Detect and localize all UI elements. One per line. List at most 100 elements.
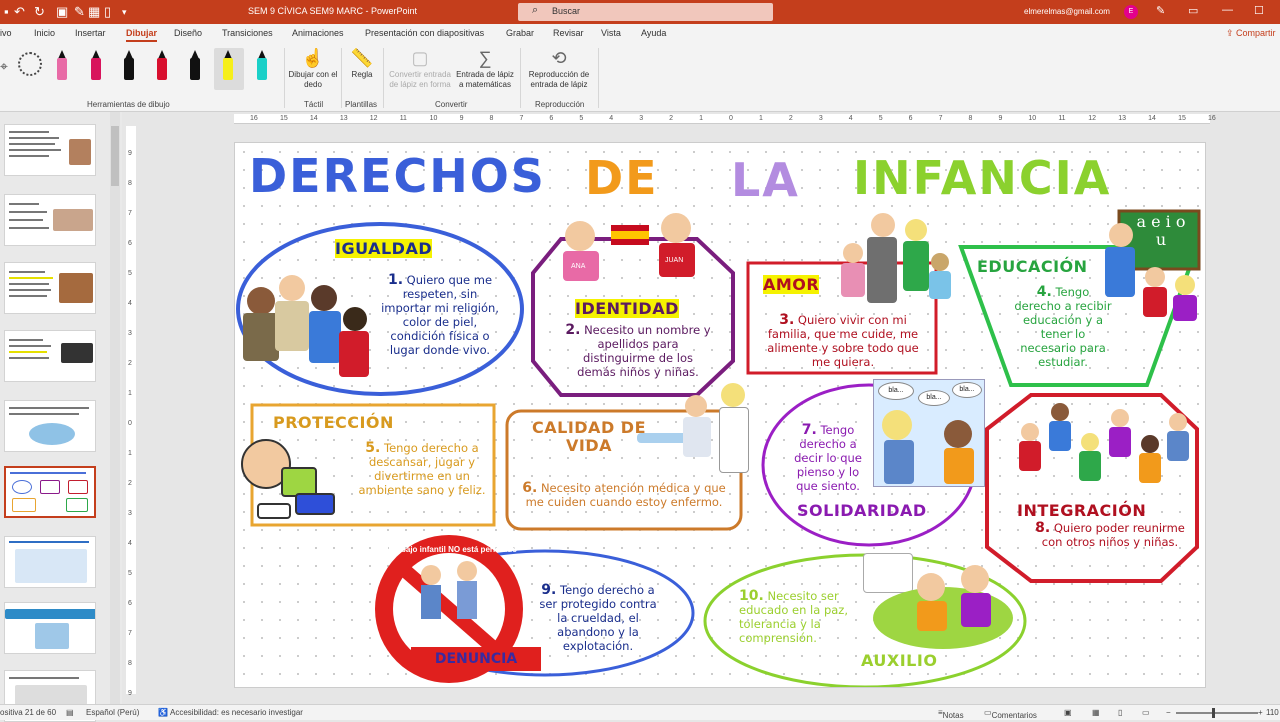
igualdad-text: 1. Quiero que me respeten, sin importar … bbox=[381, 272, 499, 357]
slide-thumbnail[interactable] bbox=[4, 262, 96, 314]
speech-bubble: bla... bbox=[878, 382, 914, 400]
present-icon[interactable]: ▣ bbox=[56, 4, 68, 20]
ruler-tick: 3 bbox=[639, 115, 644, 122]
spellcheck-icon[interactable]: ▤ bbox=[66, 708, 74, 717]
ink-to-shape-button[interactable]: ▢ Convertir entrada de lápiz en forma bbox=[386, 46, 454, 90]
zoom-slider-thumb[interactable] bbox=[1212, 708, 1215, 718]
user-email[interactable]: elmerelmas@gmail.com bbox=[1024, 7, 1110, 16]
pen-5-icon[interactable] bbox=[188, 50, 202, 80]
group-drawing-tools: Herramientas de dibujo bbox=[87, 100, 170, 109]
slideshow-icon[interactable]: ▭ bbox=[1142, 708, 1150, 717]
notes-button[interactable]: ≡ Notas bbox=[938, 708, 964, 720]
accessibility-icon[interactable]: ♿ bbox=[158, 708, 168, 717]
tab-help[interactable]: Ayuda bbox=[641, 28, 666, 38]
redo-icon[interactable]: ↻ bbox=[34, 4, 45, 20]
tab-view[interactable]: Vista bbox=[601, 28, 621, 38]
ruler-button[interactable]: 📏 Regla bbox=[344, 46, 380, 80]
language-status[interactable]: Español (Perú) bbox=[86, 708, 139, 717]
zoom-out-icon[interactable]: − bbox=[1166, 708, 1171, 717]
new-doc-icon[interactable]: ▯ bbox=[104, 4, 111, 20]
integracion-heading: INTEGRACIÓN bbox=[1017, 501, 1147, 520]
draw-with-touch-button[interactable]: ☝ Dibujar con el dedo bbox=[288, 46, 338, 90]
customize-icon[interactable]: ▾ bbox=[122, 7, 127, 18]
zoom-slider[interactable] bbox=[1176, 708, 1258, 718]
slide-thumbnail[interactable] bbox=[4, 330, 96, 382]
avatar[interactable]: E bbox=[1124, 5, 1138, 19]
pen-1-icon[interactable] bbox=[55, 50, 69, 80]
zoom-level[interactable]: 110 bbox=[1266, 708, 1279, 717]
slide-canvas[interactable]: DERECHOS DE LA INFANCIA IGUALDAD 1. Quie… bbox=[234, 142, 1206, 688]
slide-thumbnail[interactable] bbox=[4, 400, 96, 452]
title-bar: ▪ ↶ ↻ ▣ ✎ ▦ ▯ ▾ SEM 9 CÍVICA SEM9 MARC -… bbox=[0, 0, 1280, 24]
pen-icon[interactable]: ✎ bbox=[74, 4, 85, 20]
tab-slideshow[interactable]: Presentación con diapositivas bbox=[365, 28, 484, 38]
speech-bubble: bla... bbox=[918, 390, 950, 406]
ruler-tick: 4 bbox=[848, 115, 853, 122]
tab-draw[interactable]: Dibujar bbox=[126, 28, 158, 42]
ana-juan-illustration: ANA JUAN bbox=[555, 209, 705, 293]
ink-to-shape-icon: ▢ bbox=[411, 48, 429, 68]
ink-to-math-button[interactable]: ∑ Entrada de lápiz a matemáticas bbox=[454, 46, 516, 90]
undo-icon[interactable]: ↶ bbox=[14, 4, 25, 20]
ink-replay-label: Reproducción de entrada de lápiz bbox=[528, 70, 590, 89]
ink-to-math-icon: ∑ bbox=[478, 48, 492, 68]
ruler-tick: 5 bbox=[128, 570, 132, 577]
notes-label: Notas bbox=[942, 711, 964, 720]
tab-file[interactable]: ivo bbox=[0, 28, 12, 38]
pen-4-icon[interactable] bbox=[155, 50, 169, 80]
group-separator bbox=[284, 48, 285, 108]
thumbnails-scrollbar[interactable] bbox=[110, 112, 120, 704]
highlighter-yellow-icon[interactable] bbox=[221, 50, 235, 80]
slide-thumbnail[interactable] bbox=[4, 194, 96, 246]
minimize-icon[interactable]: — bbox=[1222, 4, 1233, 16]
amor-text: 3. Quiero vivir con mi familia, que me c… bbox=[767, 312, 919, 369]
search-input[interactable]: ⌕ Buscar bbox=[518, 3, 773, 21]
ruler-tick: 16 bbox=[250, 115, 258, 122]
accessibility-status[interactable]: Accesibilidad: es necesario investigar bbox=[170, 708, 303, 717]
tab-insert[interactable]: Insertar bbox=[75, 28, 106, 38]
ruler-tick: 15 bbox=[1178, 115, 1186, 122]
pen-3-icon[interactable] bbox=[122, 50, 136, 80]
tab-review[interactable]: Revisar bbox=[553, 28, 584, 38]
ruler-tick: 12 bbox=[369, 115, 378, 122]
ruler-tick: 9 bbox=[128, 150, 132, 157]
normal-view-icon[interactable]: ▣ bbox=[1064, 708, 1072, 717]
tab-design[interactable]: Diseño bbox=[174, 28, 202, 38]
ruler-tick: 3 bbox=[818, 115, 823, 122]
slide-thumbnail-selected[interactable] bbox=[4, 466, 96, 518]
slide-thumbnail[interactable] bbox=[4, 602, 96, 654]
tab-record[interactable]: Grabar bbox=[506, 28, 534, 38]
highlighter-cyan-icon[interactable] bbox=[255, 50, 269, 80]
ruler-tick: 9 bbox=[998, 115, 1003, 122]
scroll-thumb[interactable] bbox=[111, 126, 119, 186]
slide-thumbnail[interactable] bbox=[4, 536, 96, 588]
reading-view-icon[interactable]: ▯ bbox=[1118, 708, 1122, 717]
classroom-illustration bbox=[1103, 223, 1203, 323]
zoom-in-icon[interactable]: + bbox=[1258, 708, 1263, 717]
ribbon-display-icon[interactable]: ▭ bbox=[1188, 4, 1198, 17]
ruler-tick: 16 bbox=[1208, 115, 1216, 122]
talking-children-illustration: bla... bla... bla... bbox=[873, 379, 985, 487]
slide-thumbnail[interactable] bbox=[4, 124, 96, 176]
share-button[interactable]: ⇪ Compartir bbox=[1226, 28, 1276, 39]
tab-home[interactable]: Inicio bbox=[34, 28, 55, 38]
ruler-tick: 11 bbox=[399, 115, 407, 122]
tab-transitions[interactable]: Transiciones bbox=[222, 28, 273, 38]
select-tool-icon[interactable]: ⌖ bbox=[0, 58, 8, 75]
ruler-tick: 5 bbox=[579, 115, 584, 122]
ink-replay-button[interactable]: ⟲ Reproducción de entrada de lápiz bbox=[524, 46, 594, 90]
ruler-tick: 6 bbox=[908, 115, 913, 122]
maximize-icon[interactable]: ☐ bbox=[1254, 4, 1264, 17]
title-word-infancia: INFANCIA bbox=[853, 151, 1112, 205]
slide-sorter-icon[interactable]: ▦ bbox=[1092, 708, 1100, 717]
tab-animations[interactable]: Animaciones bbox=[292, 28, 344, 38]
grid-icon[interactable]: ▦ bbox=[88, 4, 100, 20]
pen-feedback-icon[interactable]: ✎ bbox=[1156, 4, 1165, 17]
lasso-icon[interactable] bbox=[18, 52, 42, 76]
save-icon[interactable]: ▪ bbox=[4, 4, 9, 19]
comments-button[interactable]: ▭ Comentarios bbox=[984, 708, 1037, 720]
pen-2-icon[interactable] bbox=[89, 50, 103, 80]
identidad-heading: IDENTIDAD bbox=[575, 299, 679, 318]
auxilio-heading: AUXILIO bbox=[861, 651, 938, 670]
ink-to-math-label: Entrada de lápiz a matemáticas bbox=[456, 70, 514, 89]
